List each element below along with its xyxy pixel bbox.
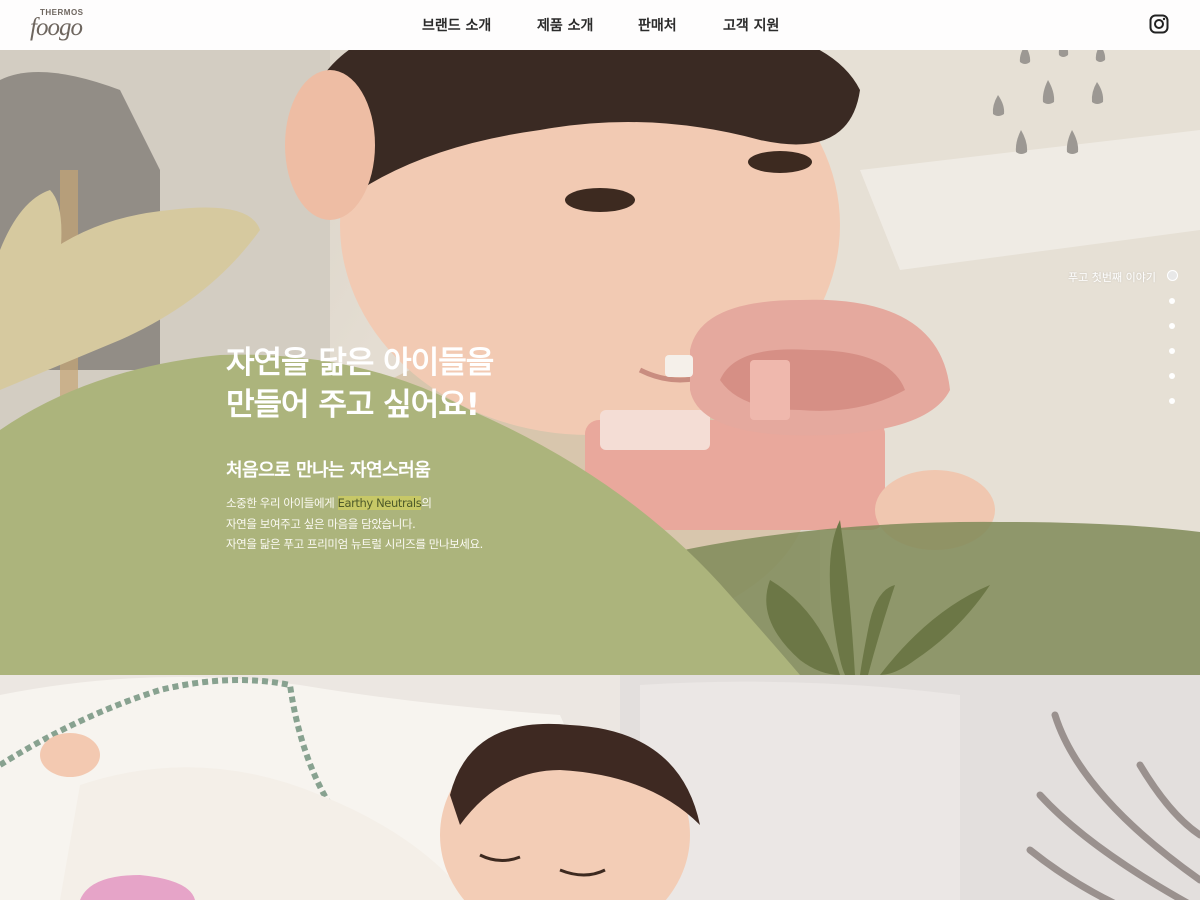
description-line-2: 자연을 보여주고 싶은 마음을 담았습니다. <box>226 516 416 531</box>
story-dot-6[interactable] <box>1169 398 1175 404</box>
child-eye-left <box>565 188 635 212</box>
hero-headline: 자연을 닮은 아이들을 만들어 주고 싶어요! <box>226 342 586 426</box>
hero-subtitle: 처음으로 만나는 자연스러움 <box>226 460 431 481</box>
description-text: 의 <box>421 496 432 510</box>
story-dot-1[interactable] <box>1167 270 1178 281</box>
story-label[interactable]: 푸고 첫번째 이야기 <box>1068 269 1156 285</box>
description-line-1: 소중한 우리 아이들에게 Earthy Neutrals의 <box>226 493 566 514</box>
baby-hand <box>40 733 100 777</box>
story-dot-4[interactable] <box>1169 348 1175 354</box>
story-dot-2[interactable] <box>1169 298 1175 304</box>
story-dot-3[interactable] <box>1169 323 1175 329</box>
story-dot-5[interactable] <box>1169 373 1175 379</box>
earthy-neutrals-highlight: Earthy Neutrals <box>337 496 422 510</box>
cup-clip <box>750 360 790 420</box>
hero-description: 소중한 우리 아이들에게 Earthy Neutrals의 자연을 보여주고 싶… <box>226 493 566 555</box>
logo-brand-foogo: foogo <box>30 14 83 41</box>
cup-straw <box>665 355 693 377</box>
description-line-3: 자연을 닮은 푸고 프리미엄 뉴트럴 시리즈를 만나보세요. <box>226 537 483 551</box>
second-section <box>0 675 1200 900</box>
site-header: THERMOS foogo 브랜드 소개 제품 소개 판매처 고객 지원 <box>0 0 1200 50</box>
cup-lid <box>600 410 710 450</box>
headline-line-2: 만들어 주고 싶어요! <box>226 387 480 423</box>
nav-brand-intro[interactable]: 브랜드 소개 <box>422 15 491 35</box>
child-eye-right <box>748 151 812 173</box>
nav-stores[interactable]: 판매처 <box>638 15 677 35</box>
child-ear <box>285 70 375 220</box>
hero-section: 자연을 닮은 아이들을 만들어 주고 싶어요! 처음으로 만나는 자연스러움 소… <box>0 50 1200 675</box>
nav-customer-support[interactable]: 고객 지원 <box>723 15 779 35</box>
sleeping-baby-illustration <box>0 675 1200 900</box>
thermos-foogo-logo[interactable]: THERMOS foogo <box>30 8 83 44</box>
nav-product-intro[interactable]: 제품 소개 <box>537 15 593 35</box>
instagram-icon[interactable] <box>1149 14 1169 34</box>
description-text: 소중한 우리 아이들에게 <box>226 496 338 510</box>
headline-line-1: 자연을 닮은 아이들을 <box>226 345 494 381</box>
story-navigation: 푸고 첫번째 이야기 <box>1000 264 1200 414</box>
